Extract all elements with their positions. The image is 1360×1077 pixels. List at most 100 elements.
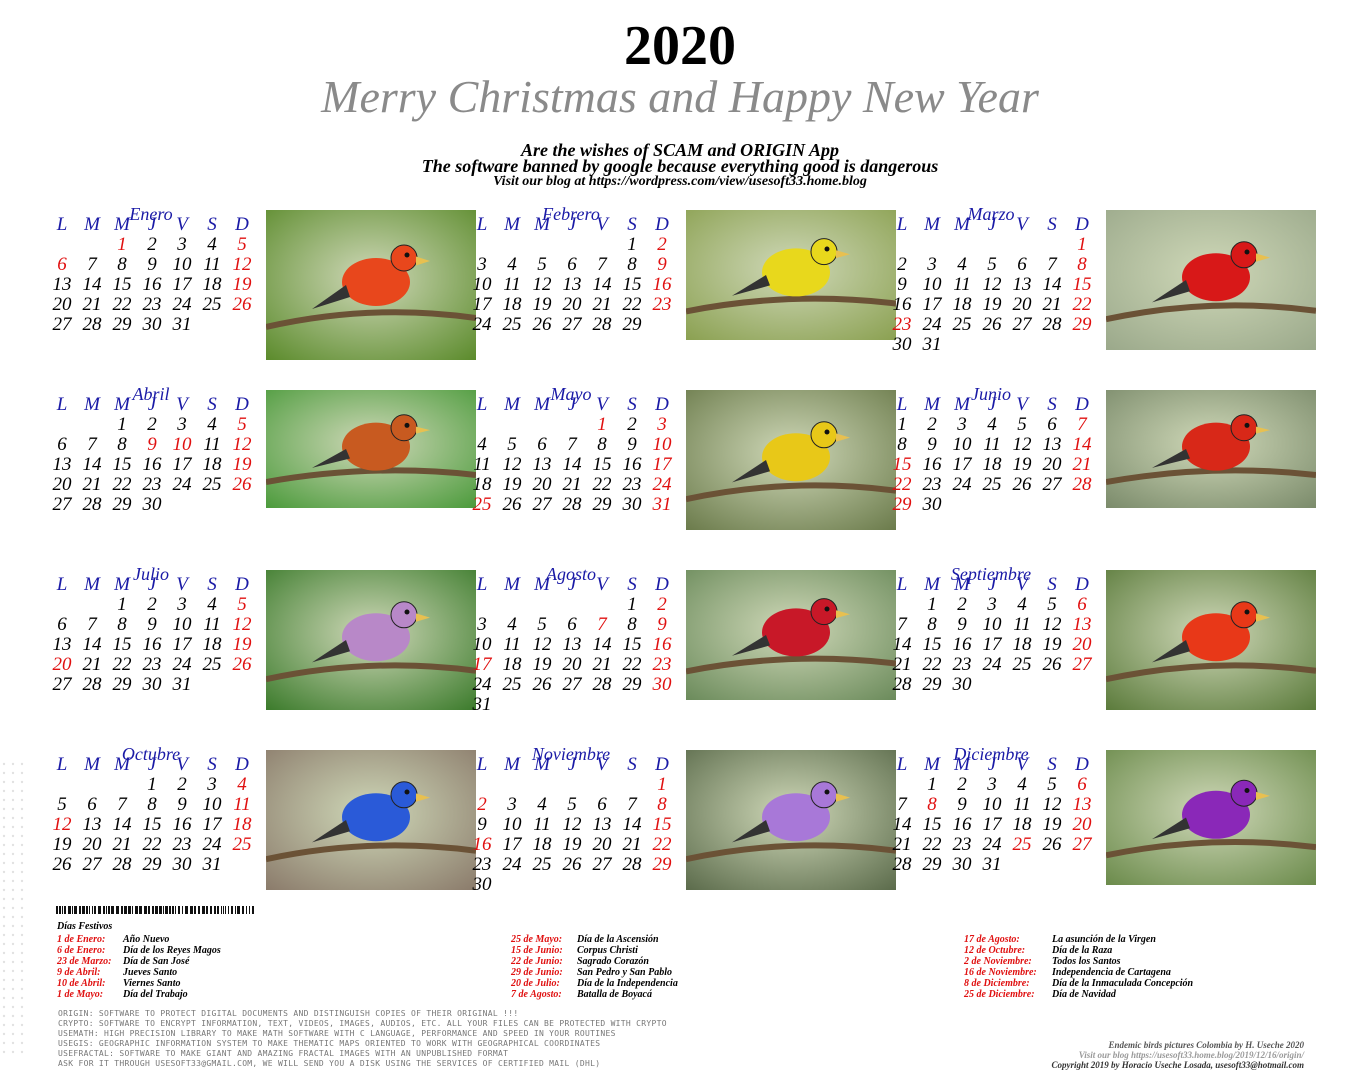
day-cell[interactable]: 10: [167, 255, 197, 275]
day-cell[interactable]: 6: [557, 255, 587, 275]
day-cell[interactable]: 6: [1007, 255, 1037, 275]
day-cell[interactable]: 2: [887, 255, 917, 275]
day-cell[interactable]: 4: [1007, 775, 1037, 795]
day-cell[interactable]: 25: [197, 655, 227, 675]
day-cell[interactable]: 7: [1037, 255, 1067, 275]
day-cell[interactable]: 13: [1067, 615, 1097, 635]
day-cell[interactable]: 26: [1037, 835, 1067, 855]
day-cell[interactable]: 30: [917, 495, 947, 515]
day-cell[interactable]: 4: [497, 615, 527, 635]
day-cell[interactable]: 13: [1037, 435, 1067, 455]
day-cell[interactable]: 15: [647, 815, 677, 835]
day-cell[interactable]: 12: [557, 815, 587, 835]
day-cell[interactable]: 26: [527, 675, 557, 695]
day-cell[interactable]: 10: [197, 795, 227, 815]
day-cell[interactable]: 19: [977, 295, 1007, 315]
day-cell[interactable]: 14: [1067, 435, 1097, 455]
day-cell[interactable]: 7: [587, 255, 617, 275]
day-cell[interactable]: 21: [77, 295, 107, 315]
day-cell[interactable]: 18: [497, 655, 527, 675]
day-cell[interactable]: 3: [467, 255, 497, 275]
day-cell[interactable]: 12: [977, 275, 1007, 295]
day-cell[interactable]: 20: [557, 295, 587, 315]
day-cell[interactable]: 27: [557, 315, 587, 335]
day-cell[interactable]: 19: [47, 835, 77, 855]
day-cell[interactable]: 1: [137, 775, 167, 795]
day-cell[interactable]: 27: [47, 495, 77, 515]
day-cell[interactable]: 24: [167, 655, 197, 675]
day-cell[interactable]: 27: [1067, 835, 1097, 855]
day-cell[interactable]: 7: [77, 435, 107, 455]
day-cell[interactable]: 14: [77, 275, 107, 295]
day-cell[interactable]: 15: [917, 635, 947, 655]
day-cell[interactable]: 8: [887, 435, 917, 455]
day-cell[interactable]: 29: [617, 315, 647, 335]
day-cell[interactable]: 10: [497, 815, 527, 835]
day-cell[interactable]: 25: [497, 315, 527, 335]
day-cell[interactable]: 24: [497, 855, 527, 875]
day-cell[interactable]: 24: [977, 835, 1007, 855]
day-cell[interactable]: 24: [467, 315, 497, 335]
day-cell[interactable]: 25: [227, 835, 257, 855]
day-cell[interactable]: 13: [1067, 795, 1097, 815]
day-cell[interactable]: 26: [47, 855, 77, 875]
day-cell[interactable]: 13: [47, 275, 77, 295]
day-cell[interactable]: 8: [617, 255, 647, 275]
day-cell[interactable]: 20: [587, 835, 617, 855]
day-cell[interactable]: 2: [617, 415, 647, 435]
day-cell[interactable]: 16: [647, 275, 677, 295]
day-cell[interactable]: 12: [227, 615, 257, 635]
day-cell[interactable]: 25: [527, 855, 557, 875]
day-cell[interactable]: 22: [617, 295, 647, 315]
day-cell[interactable]: 7: [557, 435, 587, 455]
day-cell[interactable]: 6: [47, 435, 77, 455]
day-cell[interactable]: 28: [587, 675, 617, 695]
day-cell[interactable]: 18: [227, 815, 257, 835]
day-cell[interactable]: 29: [107, 675, 137, 695]
day-cell[interactable]: 18: [977, 455, 1007, 475]
day-cell[interactable]: 28: [587, 315, 617, 335]
day-cell[interactable]: 2: [647, 595, 677, 615]
day-cell[interactable]: 30: [947, 675, 977, 695]
day-cell[interactable]: 16: [137, 275, 167, 295]
day-cell[interactable]: 14: [887, 635, 917, 655]
day-cell[interactable]: 6: [47, 615, 77, 635]
day-cell[interactable]: 2: [137, 235, 167, 255]
day-cell[interactable]: 20: [527, 475, 557, 495]
day-cell[interactable]: 19: [1007, 455, 1037, 475]
day-cell[interactable]: 30: [617, 495, 647, 515]
day-cell[interactable]: 16: [467, 835, 497, 855]
day-cell[interactable]: 21: [887, 655, 917, 675]
day-cell[interactable]: 2: [947, 775, 977, 795]
day-cell[interactable]: 23: [647, 295, 677, 315]
day-cell[interactable]: 29: [887, 495, 917, 515]
day-cell[interactable]: 22: [617, 655, 647, 675]
day-cell[interactable]: 14: [1037, 275, 1067, 295]
day-cell[interactable]: 29: [917, 675, 947, 695]
day-cell[interactable]: 3: [947, 415, 977, 435]
day-cell[interactable]: 28: [107, 855, 137, 875]
day-cell[interactable]: 26: [527, 315, 557, 335]
day-cell[interactable]: 25: [947, 315, 977, 335]
day-cell[interactable]: 14: [77, 635, 107, 655]
day-cell[interactable]: 1: [587, 415, 617, 435]
day-cell[interactable]: 3: [977, 775, 1007, 795]
day-cell[interactable]: 12: [1007, 435, 1037, 455]
day-cell[interactable]: 11: [227, 795, 257, 815]
day-cell[interactable]: 10: [917, 275, 947, 295]
day-cell[interactable]: 3: [167, 595, 197, 615]
day-cell[interactable]: 7: [887, 615, 917, 635]
day-cell[interactable]: 5: [557, 795, 587, 815]
day-cell[interactable]: 18: [197, 635, 227, 655]
day-cell[interactable]: 24: [977, 655, 1007, 675]
day-cell[interactable]: 12: [497, 455, 527, 475]
day-cell[interactable]: 10: [167, 615, 197, 635]
day-cell[interactable]: 8: [107, 615, 137, 635]
day-cell[interactable]: 7: [587, 615, 617, 635]
day-cell[interactable]: 2: [647, 235, 677, 255]
day-cell[interactable]: 29: [647, 855, 677, 875]
day-cell[interactable]: 8: [1067, 255, 1097, 275]
day-cell[interactable]: 30: [467, 875, 497, 895]
day-cell[interactable]: 1: [617, 235, 647, 255]
day-cell[interactable]: 20: [47, 295, 77, 315]
